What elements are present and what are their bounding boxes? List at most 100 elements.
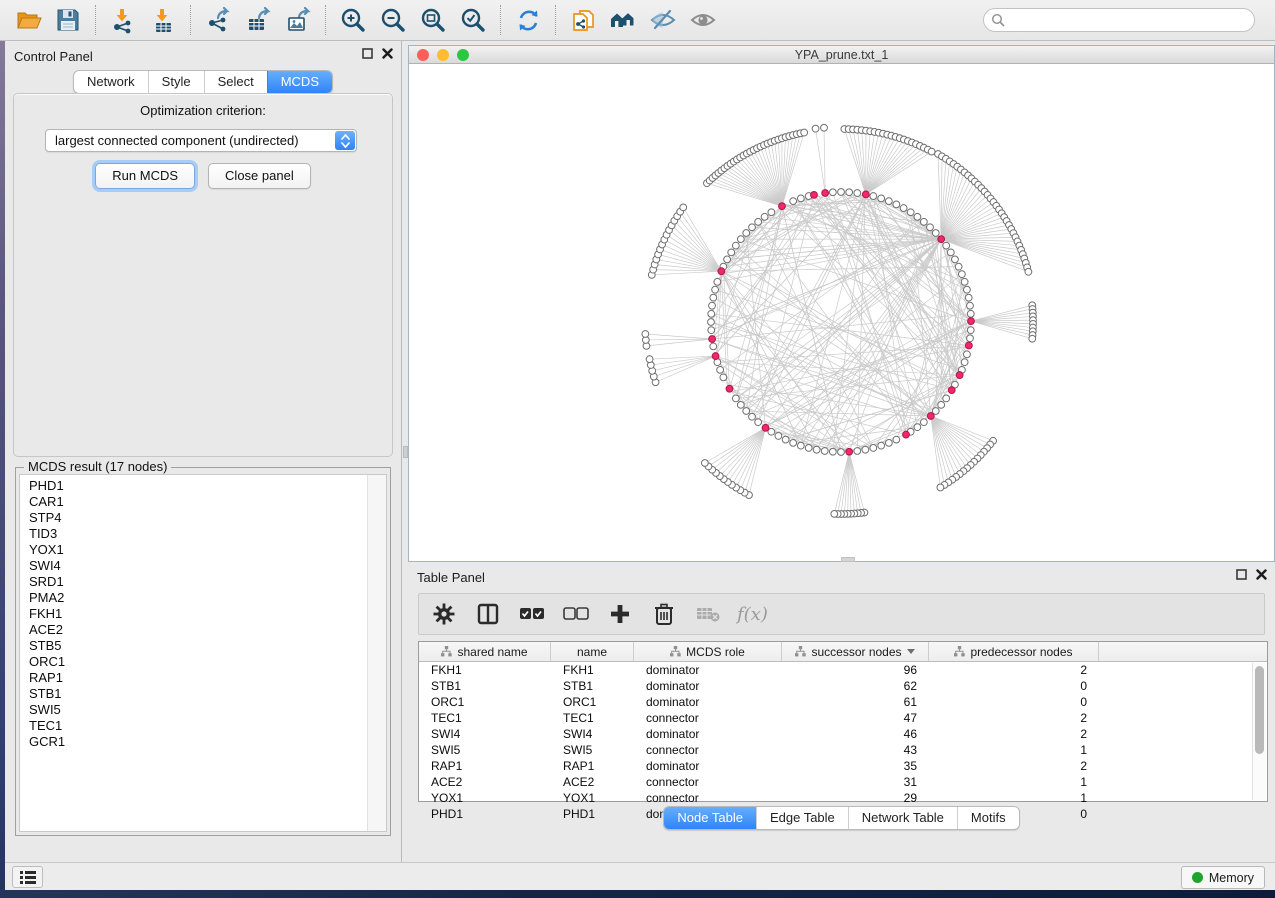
zoom-fit-icon[interactable] <box>415 2 451 38</box>
graph-dominator-node[interactable] <box>712 353 719 360</box>
graph-dominator-node[interactable] <box>846 448 853 455</box>
graph-dominator-node[interactable] <box>709 336 716 343</box>
export-image-icon[interactable] <box>280 2 316 38</box>
table-row[interactable]: ORC1ORC1dominator610 <box>419 694 1267 710</box>
mcds-node-item[interactable]: ORC1 <box>20 654 386 670</box>
mcds-node-item[interactable]: SWI5 <box>20 702 386 718</box>
zoom-in-icon[interactable] <box>335 2 371 38</box>
save-session-icon[interactable] <box>50 2 86 38</box>
tab-select[interactable]: Select <box>204 71 267 93</box>
mcds-node-item[interactable]: PHD1 <box>20 478 386 494</box>
vertical-splitter[interactable] <box>401 41 408 862</box>
control-panel: Control Panel NetworkStyleSelectMCDS Opt… <box>5 41 401 862</box>
table-scrollbar[interactable] <box>1252 663 1266 800</box>
close-panel-button[interactable]: Close panel <box>208 163 311 189</box>
graph-dominator-node[interactable] <box>965 342 972 349</box>
cell: 46 <box>782 727 929 741</box>
mcds-node-item[interactable]: TID3 <box>20 526 386 542</box>
criterion-value: largest connected component (undirected) <box>55 133 299 148</box>
mcds-node-item[interactable]: STB1 <box>20 686 386 702</box>
graph-dominator-node[interactable] <box>903 431 910 438</box>
column-header-predecessor-nodes[interactable]: predecessor nodes <box>929 642 1099 661</box>
clone-network-icon[interactable] <box>565 2 601 38</box>
mcds-node-item[interactable]: STP4 <box>20 510 386 526</box>
close-panel-icon[interactable] <box>1256 569 1267 580</box>
mcds-node-item[interactable]: FKH1 <box>20 606 386 622</box>
mcds-node-item[interactable]: ACE2 <box>20 622 386 638</box>
import-network-icon[interactable] <box>105 2 141 38</box>
table-row[interactable]: YOX1YOX1connector291 <box>419 790 1267 806</box>
close-panel-icon[interactable] <box>382 48 393 59</box>
table-row[interactable]: SWI5SWI5connector431 <box>419 742 1267 758</box>
run-mcds-button[interactable]: Run MCDS <box>95 163 195 189</box>
delete-column-icon[interactable] <box>649 599 679 629</box>
column-header-MCDS-role[interactable]: MCDS role <box>634 642 782 661</box>
open-file-icon[interactable] <box>10 2 46 38</box>
deselect-all-icon[interactable] <box>561 599 591 629</box>
select-all-icon[interactable] <box>517 599 547 629</box>
tab-edge-table[interactable]: Edge Table <box>756 807 848 829</box>
graph-dominator-node[interactable] <box>822 190 829 197</box>
mcds-node-item[interactable]: RAP1 <box>20 670 386 686</box>
show-all-icon[interactable] <box>685 2 721 38</box>
tab-network-table[interactable]: Network Table <box>848 807 957 829</box>
mcds-node-item[interactable]: GCR1 <box>20 734 386 750</box>
criterion-select[interactable]: largest connected component (undirected) <box>45 129 357 152</box>
float-panel-icon[interactable] <box>362 48 373 59</box>
mcds-node-item[interactable]: CAR1 <box>20 494 386 510</box>
mcds-node-item[interactable]: YOX1 <box>20 542 386 558</box>
mcds-result-list: PHD1CAR1STP4TID3YOX1SWI4SRD1PMA2FKH1ACE2… <box>19 474 387 832</box>
toolbar-separator <box>190 5 191 35</box>
graph-dominator-node[interactable] <box>718 268 725 275</box>
apply-layout-icon[interactable] <box>510 2 546 38</box>
zoom-out-icon[interactable] <box>375 2 411 38</box>
list-scrollbar[interactable] <box>367 475 386 831</box>
mcds-node-item[interactable]: STB5 <box>20 638 386 654</box>
table-row[interactable]: RAP1RAP1dominator352 <box>419 758 1267 774</box>
tab-node-table[interactable]: Node Table <box>664 807 756 829</box>
export-network-icon[interactable] <box>200 2 236 38</box>
mcds-node-item[interactable]: PMA2 <box>20 590 386 606</box>
split-panel-icon[interactable] <box>473 599 503 629</box>
import-table-icon[interactable] <box>145 2 181 38</box>
network-graph[interactable] <box>409 64 1274 561</box>
table-row[interactable]: ACE2ACE2connector311 <box>419 774 1267 790</box>
mcds-node-item[interactable]: TEC1 <box>20 718 386 734</box>
graph-dominator-node[interactable] <box>968 318 975 325</box>
table-row[interactable]: FKH1FKH1dominator962 <box>419 662 1267 678</box>
table-row[interactable]: TEC1TEC1connector472 <box>419 710 1267 726</box>
cell: dominator <box>634 679 782 693</box>
task-history-button[interactable] <box>12 866 43 888</box>
graph-dominator-node[interactable] <box>927 413 934 420</box>
settings-icon[interactable] <box>429 599 459 629</box>
first-neighbors-icon[interactable] <box>605 2 641 38</box>
graph-dominator-node[interactable] <box>956 372 963 379</box>
tab-style[interactable]: Style <box>148 71 204 93</box>
float-panel-icon[interactable] <box>1236 569 1247 580</box>
hide-selected-icon[interactable] <box>645 2 681 38</box>
memory-button[interactable]: Memory <box>1181 866 1265 889</box>
mcds-node-item[interactable]: SWI4 <box>20 558 386 574</box>
mcds-node-item[interactable]: SRD1 <box>20 574 386 590</box>
tab-motifs[interactable]: Motifs <box>957 807 1019 829</box>
graph-dominator-node[interactable] <box>948 387 955 394</box>
column-header-shared-name[interactable]: shared name <box>419 642 551 661</box>
graph-dominator-node[interactable] <box>779 203 786 210</box>
graph-dominator-node[interactable] <box>762 424 769 431</box>
column-header-successor-nodes[interactable]: successor nodes <box>782 642 929 661</box>
search-input[interactable] <box>983 8 1255 32</box>
network-canvas[interactable] <box>409 64 1274 561</box>
graph-dominator-node[interactable] <box>938 236 945 243</box>
add-column-icon[interactable] <box>605 599 635 629</box>
export-table-icon[interactable] <box>240 2 276 38</box>
table-scrollbar-thumb[interactable] <box>1255 666 1264 754</box>
table-row[interactable]: STB1STB1dominator620 <box>419 678 1267 694</box>
tab-mcds[interactable]: MCDS <box>267 71 332 93</box>
graph-dominator-node[interactable] <box>726 385 733 392</box>
graph-dominator-node[interactable] <box>811 191 818 198</box>
table-row[interactable]: SWI4SWI4dominator462 <box>419 726 1267 742</box>
tab-network[interactable]: Network <box>74 71 148 93</box>
column-header-name[interactable]: name <box>551 642 634 661</box>
zoom-selected-icon[interactable] <box>455 2 491 38</box>
graph-dominator-node[interactable] <box>862 191 869 198</box>
